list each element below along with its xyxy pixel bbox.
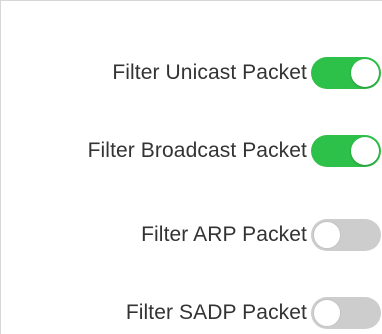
filter-arp-toggle[interactable]: [311, 219, 381, 251]
filter-broadcast-toggle[interactable]: [311, 135, 381, 167]
toggle-knob: [351, 59, 379, 87]
filter-unicast-toggle[interactable]: [311, 57, 381, 89]
toggle-knob: [313, 299, 341, 327]
filter-settings-panel: Filter Unicast Packet Filter Broadcast P…: [0, 0, 382, 334]
filter-sadp-label: Filter SADP Packet: [125, 301, 307, 324]
filter-row-unicast: Filter Unicast Packet: [1, 53, 381, 93]
toggle-knob: [351, 137, 379, 165]
filter-row-arp: Filter ARP Packet: [1, 215, 381, 255]
filter-row-broadcast: Filter Broadcast Packet: [1, 131, 381, 171]
filter-broadcast-label: Filter Broadcast Packet: [87, 139, 307, 162]
filter-row-sadp: Filter SADP Packet: [1, 293, 381, 333]
filter-sadp-toggle[interactable]: [311, 297, 381, 329]
filter-arp-label: Filter ARP Packet: [141, 223, 307, 246]
filter-unicast-label: Filter Unicast Packet: [112, 61, 307, 84]
toggle-knob: [313, 221, 341, 249]
